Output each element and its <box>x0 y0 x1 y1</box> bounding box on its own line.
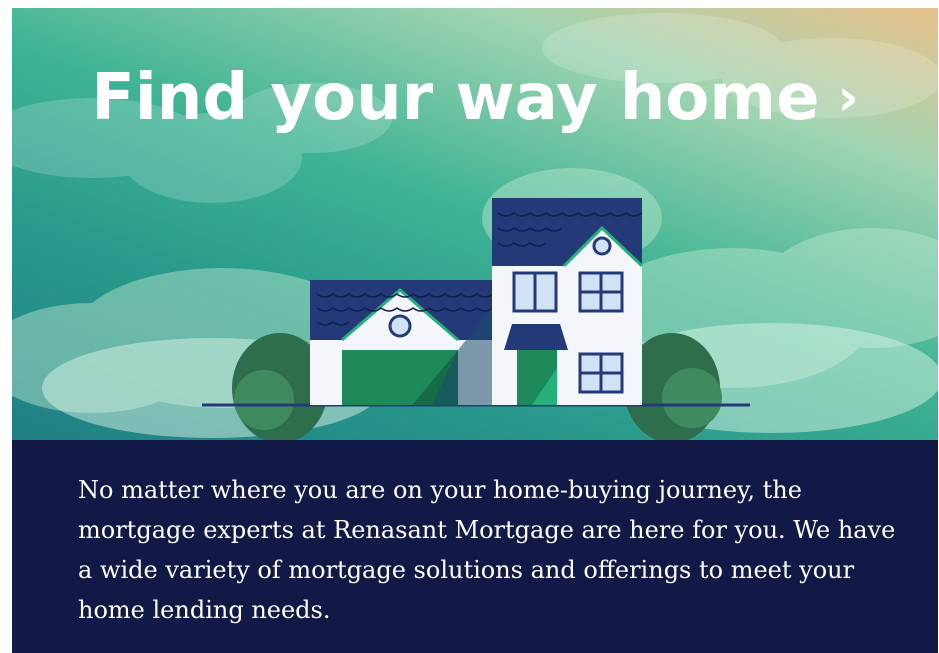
find-your-way-home-link[interactable]: Find your way home › <box>12 66 938 130</box>
hero-banner[interactable]: Find your way home › <box>12 8 938 440</box>
info-panel: No matter where you are on your home-buy… <box>12 440 938 653</box>
hero-title-text: Find your way home <box>91 61 820 135</box>
promo-card: Find your way home › No matter where you … <box>12 8 938 653</box>
chevron-right-icon: › <box>837 68 859 128</box>
description-text: No matter where you are on your home-buy… <box>78 476 896 624</box>
